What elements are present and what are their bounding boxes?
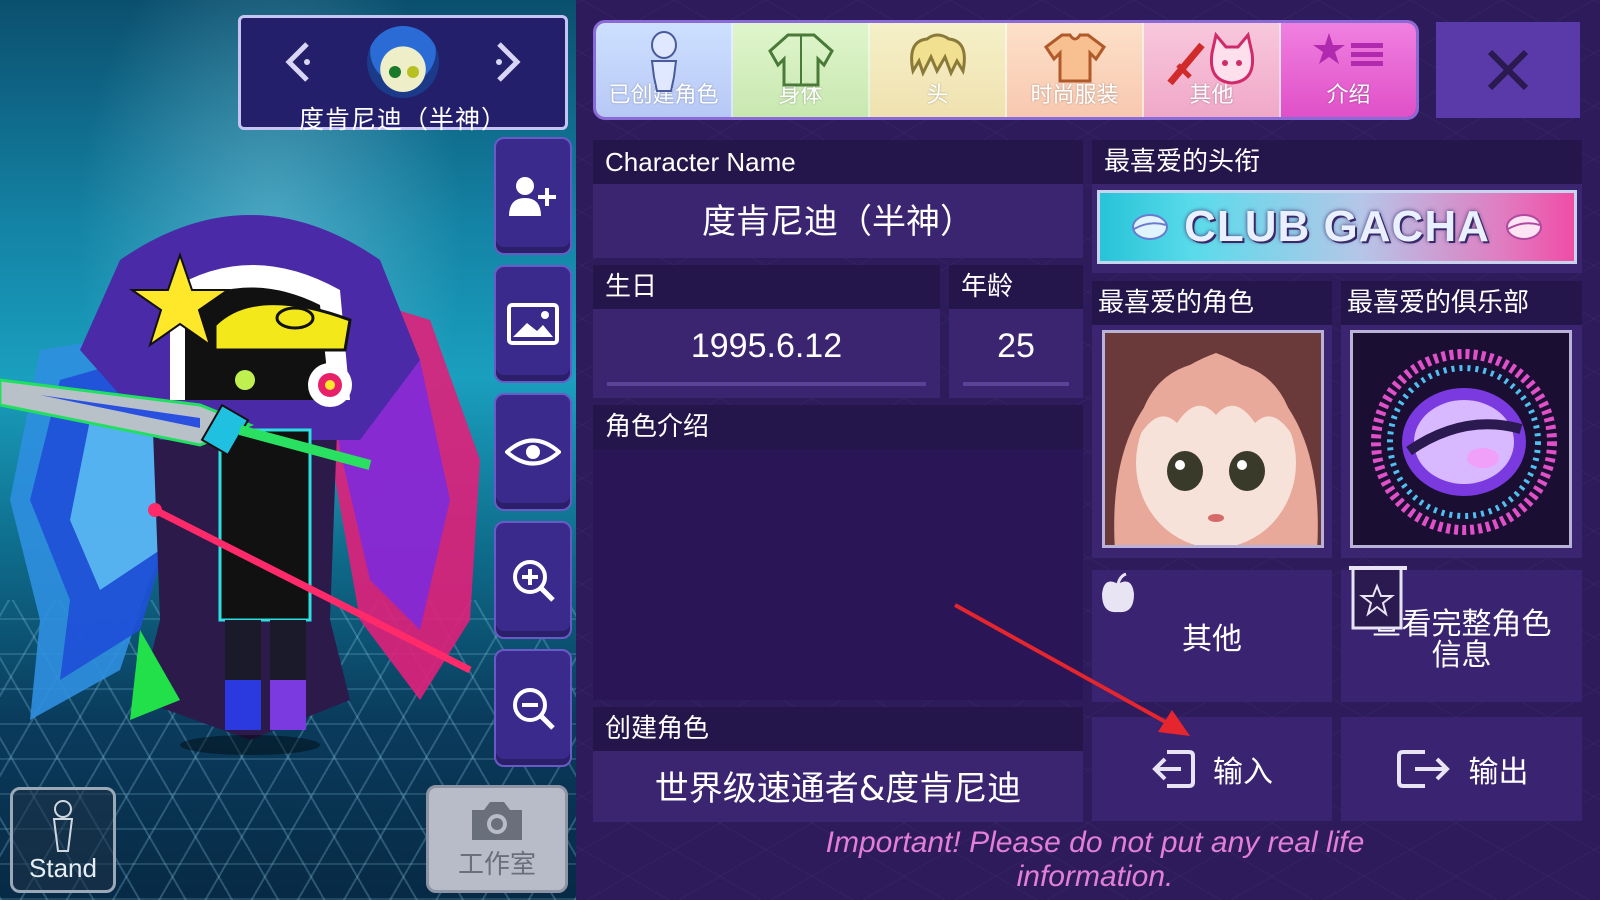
chevron-left-icon	[285, 42, 310, 82]
favorite-title-header: 最喜爱的头衔	[1092, 140, 1582, 184]
red-annotation-arrow	[954, 603, 1190, 736]
tab-other[interactable]: 其他	[1144, 23, 1281, 117]
stand-pose-button[interactable]: Stand	[10, 787, 116, 893]
privacy-warning: Important! Please do not put any real li…	[825, 826, 1365, 893]
tab-body[interactable]: 身体	[733, 23, 870, 117]
preview-button[interactable]	[494, 393, 572, 511]
age-underline	[963, 382, 1069, 386]
birthday-box: 生日 1995.6.12	[593, 265, 940, 398]
scroll-star-icon	[1349, 566, 1407, 630]
studio-label: 工作室	[457, 849, 536, 880]
tab-label: 介绍	[1326, 83, 1371, 108]
age-box: 年龄 25	[949, 265, 1083, 398]
import-icon	[1152, 750, 1195, 788]
zoom-out-button[interactable]	[494, 649, 572, 767]
close-icon	[1487, 49, 1529, 91]
tab-head[interactable]: 头	[870, 23, 1007, 117]
birthday-underline	[607, 382, 926, 386]
birthday-header: 生日	[593, 265, 940, 309]
character-name-box: Character Name 度肯尼迪（半神）	[593, 140, 1083, 258]
close-button[interactable]	[1436, 22, 1580, 118]
age-field[interactable]: 25	[949, 327, 1083, 366]
next-character-button[interactable]	[488, 32, 528, 92]
hair-icon	[909, 33, 966, 77]
character-portrait-image	[1105, 333, 1321, 545]
character-selector: 度肯尼迪（半神）	[238, 15, 568, 134]
character-avatar	[367, 26, 439, 98]
chevron-right-icon	[496, 42, 521, 82]
add-character-button[interactable]	[494, 137, 572, 255]
star-list-icon	[1312, 33, 1383, 66]
age-header: 年龄	[949, 265, 1083, 309]
shirt-outline-icon	[767, 33, 834, 87]
creator-field[interactable]: 世界级速通者&度肯尼迪	[593, 761, 1083, 810]
character-figure	[0, 215, 480, 755]
sword-cat-icon	[1166, 31, 1254, 86]
export-icon	[1396, 750, 1450, 788]
stand-figure-icon	[52, 800, 74, 852]
previous-character-button[interactable]	[278, 32, 318, 92]
character-header-name: 度肯尼迪（半神）	[298, 105, 507, 134]
club-logo-icon	[1132, 214, 1169, 240]
tab-introduction[interactable]: 介绍	[1281, 23, 1416, 117]
club-logo-icon	[1505, 214, 1542, 240]
import-label: 输入	[1213, 755, 1273, 790]
export-button[interactable]: 输出	[1341, 717, 1582, 821]
favorite-character-header: 最喜爱的角色	[1092, 281, 1332, 325]
character-name-header: Character Name	[593, 140, 1083, 184]
camera-icon	[472, 801, 522, 840]
club-emblem-icon	[1371, 349, 1557, 535]
character-scene: 度肯尼迪（半神） Stand 工作室	[0, 0, 576, 900]
image-icon	[507, 303, 559, 345]
birthday-field[interactable]: 1995.6.12	[593, 327, 940, 366]
zoom-out-icon	[513, 688, 555, 730]
background-button[interactable]	[494, 265, 572, 383]
favorite-title-text: CLUB GACHA	[1184, 202, 1490, 251]
tshirt-icon	[1043, 33, 1106, 83]
tab-fashion[interactable]: 时尚服装	[1007, 23, 1144, 117]
favorite-title-banner[interactable]: CLUB GACHA	[1097, 190, 1577, 264]
zoom-in-icon	[513, 560, 555, 602]
person-outline-icon	[650, 31, 677, 92]
favorite-club-emblem[interactable]	[1350, 330, 1572, 548]
studio-button[interactable]: 工作室	[426, 785, 568, 893]
view-full-info-button[interactable]: 查看完整角色信息	[1341, 566, 1582, 702]
add-person-icon	[509, 177, 556, 216]
favorite-club-header: 最喜爱的俱乐部	[1341, 281, 1582, 325]
stand-label: Stand	[29, 853, 97, 883]
favorite-character-portrait[interactable]	[1102, 330, 1324, 548]
side-toolbar	[494, 137, 572, 777]
character-name-field[interactable]: 度肯尼迪（半神）	[593, 194, 1083, 243]
tab-created-characters[interactable]: 已创建角色	[596, 23, 733, 117]
introduction-header: 角色介绍	[593, 405, 1083, 449]
category-tabs: 已创建角色 身体 头 时尚服装 其他 介绍	[593, 20, 1419, 120]
export-label: 输出	[1468, 755, 1529, 790]
zoom-in-button[interactable]	[494, 521, 572, 639]
eye-icon	[505, 438, 561, 466]
